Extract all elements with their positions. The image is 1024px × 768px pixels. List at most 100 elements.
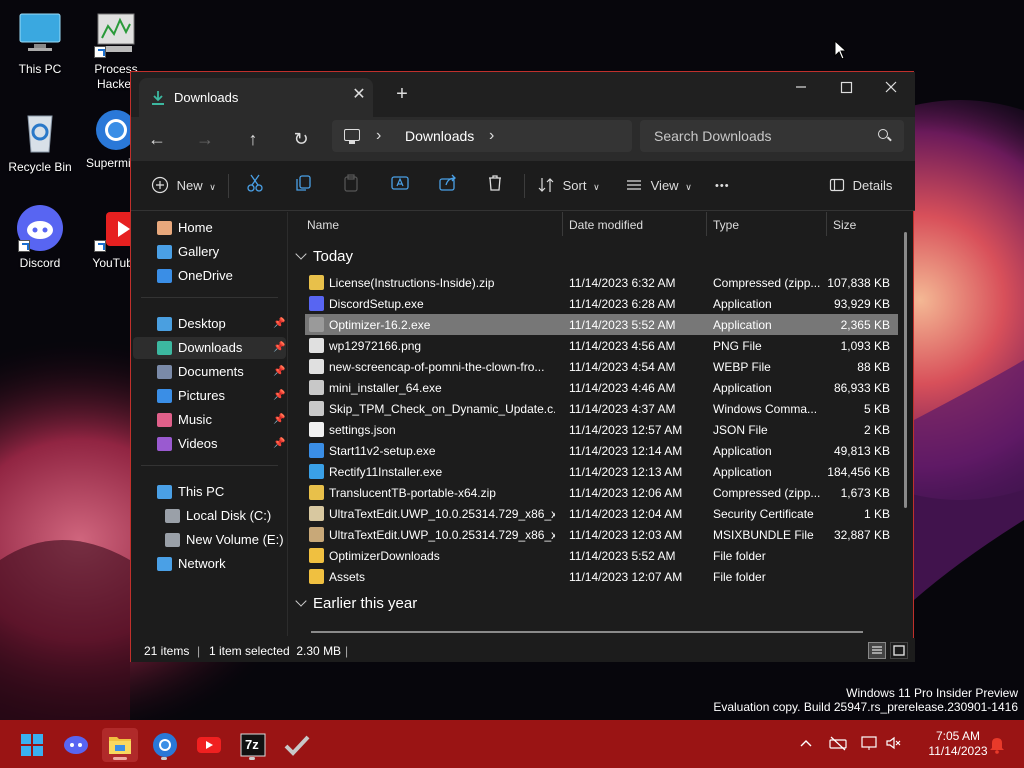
column-header-date[interactable]: Date modified — [569, 218, 643, 232]
pin-icon[interactable]: 📌 — [273, 313, 285, 335]
file-row[interactable]: new-screencap-of-pomni-the-clown-fro... 1… — [305, 356, 898, 377]
file-row[interactable]: UltraTextEdit.UWP_10.0.25314.729_x86_x6.… — [305, 503, 898, 524]
vertical-scrollbar[interactable] — [904, 232, 907, 508]
taskbar-file-explorer[interactable] — [102, 728, 138, 762]
paste-button[interactable] — [342, 173, 360, 199]
column-header-name[interactable]: Name — [307, 218, 339, 232]
tab-close-button[interactable]: ✕ — [349, 85, 369, 105]
chevron-down-icon: ∨ — [593, 182, 600, 192]
sidebar-item-documents[interactable]: Documents 📌 — [133, 361, 286, 383]
share-icon — [439, 174, 456, 191]
network-status-button[interactable] — [828, 734, 848, 752]
file-type: File folder — [713, 570, 766, 584]
tiles-view-button[interactable] — [890, 642, 908, 659]
file-row[interactable]: Optimizer-16.2.exe 11/14/2023 5:52 AM Appl… — [305, 314, 898, 335]
cut-button[interactable] — [246, 173, 264, 199]
delete-button[interactable] — [486, 173, 504, 199]
file-row[interactable]: Start11v2-setup.exe 11/14/2023 12:14 AM Ap… — [305, 440, 898, 461]
refresh-button[interactable]: ↻ — [287, 125, 315, 153]
tray-overflow-button[interactable] — [798, 735, 814, 751]
file-row[interactable]: wp12972166.png 11/14/2023 4:56 AM PNG File… — [305, 335, 898, 356]
file-row[interactable]: License(Instructions-Inside).zip 11/14/20… — [305, 272, 898, 293]
desktop-icon-label: This PC — [18, 62, 62, 76]
address-bar[interactable]: › Downloads › — [332, 120, 632, 152]
taskbar-optimizer[interactable] — [279, 728, 315, 762]
maximize-button[interactable] — [823, 74, 869, 104]
file-row[interactable]: mini_installer_64.exe 11/14/2023 4:46 AM A… — [305, 377, 898, 398]
file-name: mini_installer_64.exe — [329, 381, 442, 395]
pin-icon[interactable]: 📌 — [273, 337, 285, 359]
title-bar[interactable]: Downloads ✕ + — [131, 72, 915, 117]
taskbar-youtube[interactable] — [191, 728, 227, 762]
search-input[interactable]: Search Downloads — [640, 120, 904, 152]
details-pane-button[interactable]: Details — [829, 173, 892, 199]
up-button[interactable]: ↑ — [239, 125, 267, 153]
file-type: Application — [713, 444, 772, 458]
desktop-icon-discord[interactable]: Discord — [0, 204, 80, 270]
desktop-icon-this-pc[interactable]: This PC — [0, 10, 80, 76]
file-row[interactable]: TranslucentTB-portable-x64.zip 11/14/2023… — [305, 482, 898, 503]
file-row[interactable]: Assets 11/14/2023 12:07 AM File folder — [305, 566, 898, 587]
sidebar-item-music[interactable]: Music 📌 — [133, 409, 286, 431]
pin-icon[interactable]: 📌 — [273, 409, 285, 431]
trash-icon — [489, 175, 501, 191]
file-row[interactable]: DiscordSetup.exe 11/14/2023 6:28 AM Applic… — [305, 293, 898, 314]
file-explorer-window[interactable]: Downloads ✕ + ← → ↑ ↻ › Downloads › Sear… — [130, 71, 915, 662]
back-button[interactable]: ← — [143, 125, 171, 153]
sidebar-item-new-volume-e[interactable]: New Volume (E:) — [133, 529, 286, 551]
taskbar-supermium[interactable] — [147, 728, 183, 762]
more-options-button[interactable]: ••• — [715, 173, 730, 199]
new-tab-button[interactable]: + — [390, 84, 414, 108]
minimize-button[interactable] — [778, 74, 824, 104]
rename-button[interactable] — [390, 173, 410, 199]
sidebar-item-gallery[interactable]: Gallery — [133, 241, 286, 263]
sidebar-item-downloads[interactable]: Downloads 📌 — [133, 337, 286, 359]
file-row[interactable]: Skip_TPM_Check_on_Dynamic_Update.c... 11/… — [305, 398, 898, 419]
pin-icon[interactable]: 📌 — [273, 433, 285, 455]
script-icon — [309, 401, 324, 416]
taskbar-discord[interactable] — [58, 728, 94, 762]
monitor-icon — [861, 736, 877, 750]
sidebar-item-onedrive[interactable]: OneDrive — [133, 265, 286, 287]
pin-icon[interactable]: 📌 — [273, 361, 285, 383]
column-header-type[interactable]: Type — [713, 218, 739, 232]
breadcrumb-downloads[interactable]: Downloads — [405, 128, 474, 144]
sort-button[interactable]: Sort ∨ — [537, 173, 600, 199]
group-header-earlier[interactable]: Earlier this year — [295, 595, 417, 612]
pin-icon[interactable]: 📌 — [273, 385, 285, 407]
breadcrumb-separator[interactable]: › — [376, 127, 381, 145]
sidebar-item-network[interactable]: Network — [133, 553, 286, 575]
tab-downloads[interactable]: Downloads ✕ — [139, 78, 373, 117]
sidebar-item-pictures[interactable]: Pictures 📌 — [133, 385, 286, 407]
volume-button[interactable] — [884, 734, 904, 752]
sidebar-item-home[interactable]: Home — [133, 217, 286, 239]
share-button[interactable] — [438, 173, 458, 199]
sidebar-item-videos[interactable]: Videos 📌 — [133, 433, 286, 455]
taskbar-7zip[interactable]: 7z — [235, 728, 271, 762]
horizontal-scrollbar[interactable] — [311, 631, 863, 633]
close-button[interactable] — [868, 74, 914, 104]
group-header-today[interactable]: Today — [295, 248, 353, 265]
sidebar-item-this-pc[interactable]: This PC — [133, 481, 286, 503]
copy-button[interactable] — [294, 173, 312, 199]
display-settings-button[interactable] — [860, 734, 880, 752]
sidebar-item-desktop[interactable]: Desktop 📌 — [133, 313, 286, 335]
new-label: New — [176, 178, 203, 193]
taskbar-clock[interactable]: 7:05 AM 11/14/2023 — [912, 729, 1004, 759]
view-button[interactable]: View ∨ — [625, 173, 692, 199]
rectify-icon — [309, 464, 324, 479]
file-row[interactable]: OptimizerDownloads 11/14/2023 5:52 AM File… — [305, 545, 898, 566]
shortcut-arrow-icon — [94, 46, 106, 58]
column-header-size[interactable]: Size — [833, 218, 856, 232]
details-view-button[interactable] — [868, 642, 886, 659]
start-button[interactable] — [14, 728, 50, 762]
breadcrumb-separator[interactable]: › — [489, 127, 494, 145]
new-button[interactable]: New ∨ — [151, 173, 216, 199]
file-row[interactable]: Rectify11Installer.exe 11/14/2023 12:13 A… — [305, 461, 898, 482]
sidebar-item-local-disk-c[interactable]: Local Disk (C:) — [133, 505, 286, 527]
installer-icon — [309, 380, 324, 395]
file-row[interactable]: UltraTextEdit.UWP_10.0.25314.729_x86_x6.… — [305, 524, 898, 545]
forward-button[interactable]: → — [191, 125, 219, 153]
file-row[interactable]: settings.json 11/14/2023 12:57 AM JSON Fil… — [305, 419, 898, 440]
desktop-icon-recycle-bin[interactable]: Recycle Bin — [0, 108, 80, 174]
